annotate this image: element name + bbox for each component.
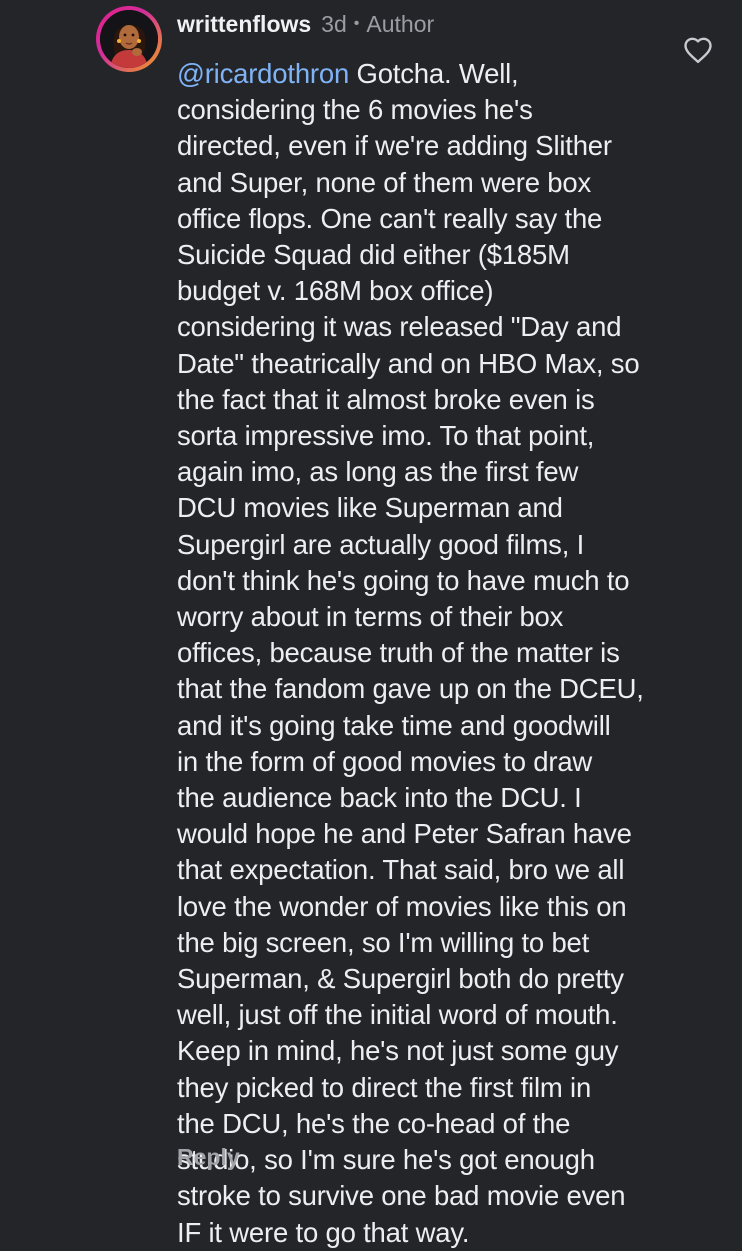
comment-line: considering it was released "Day and (177, 311, 622, 343)
comment-line: Superman, & Supergirl both do pretty (177, 963, 624, 995)
comment-line: Keep in mind, he's not just some guy (177, 1035, 619, 1067)
separator-dot: • (353, 15, 360, 32)
avatar[interactable] (96, 6, 162, 72)
comment-line-text: Gotcha. Well, (349, 58, 519, 89)
comment-line: love the wonder of movies like this on (177, 890, 627, 922)
like-button[interactable] (680, 32, 716, 68)
comment-line: worry about in terms of their box (177, 601, 564, 633)
comment-line: don't think he's going to have much to (177, 564, 630, 596)
reply-button[interactable]: Reply (177, 1144, 240, 1171)
author-badge: Author (366, 10, 435, 37)
comment-line: the big screen, so I'm willing to bet (177, 926, 590, 958)
avatar-image (100, 10, 158, 68)
comment-line: the audience back into the DCU. I (177, 782, 582, 814)
comment-line: considering the 6 movies he's (177, 94, 533, 126)
comment-line: stroke to survive one bad movie even (177, 1180, 626, 1212)
comment-line: office flops. One can't really say the (177, 202, 603, 234)
comment-line: budget v. 168M box office) (177, 275, 494, 307)
comment-line: studio, so I'm sure he's got enough (177, 1144, 595, 1176)
comment-line: they picked to direct the first film in (177, 1071, 592, 1103)
comment-line: IF it were to go that way. (177, 1216, 470, 1248)
comment-line: Date" theatrically and on HBO Max, so (177, 347, 640, 379)
mention-link[interactable]: @ricardothron (177, 58, 349, 89)
comment-line: and Super, none of them were box (177, 166, 592, 198)
comment-line: sorta impressive imo. To that point, (177, 420, 595, 452)
comment-line: would hope he and Peter Safran have (177, 818, 632, 850)
comment-line: well, just off the initial word of mouth… (177, 999, 618, 1031)
comment-line: that the fandom gave up on the DCEU, (177, 673, 644, 705)
comment-line: that expectation. That said, bro we all (177, 854, 625, 886)
comment-body: @ricardothron Gotcha. Well, considering … (177, 56, 662, 1251)
comment-line: again imo, as long as the first few (177, 456, 579, 488)
comment-line: @ricardothron Gotcha. Well, (177, 56, 662, 92)
comment-line: offices, because truth of the matter is (177, 637, 620, 669)
comment: writtenflows 3d • Author @ricardothron G… (0, 0, 742, 1248)
heart-outline-icon (684, 37, 712, 64)
comment-line: the fact that it almost broke even is (177, 383, 595, 415)
comment-line: in the form of good movies to draw (177, 745, 593, 777)
comment-line: and it's going take time and goodwill (177, 709, 611, 741)
comment-line: Supergirl are actually good films, I (177, 528, 585, 560)
comment-line: Suicide Squad did either ($185M (177, 239, 570, 271)
comment-line: the DCU, he's the co-head of the (177, 1107, 571, 1139)
username[interactable]: writtenflows (177, 11, 311, 38)
comment-line: DCU movies like Superman and (177, 492, 563, 524)
timestamp: 3d (321, 10, 347, 37)
comment-line: directed, even if we're adding Slither (177, 130, 612, 162)
comment-header: writtenflows 3d • Author (177, 8, 434, 40)
